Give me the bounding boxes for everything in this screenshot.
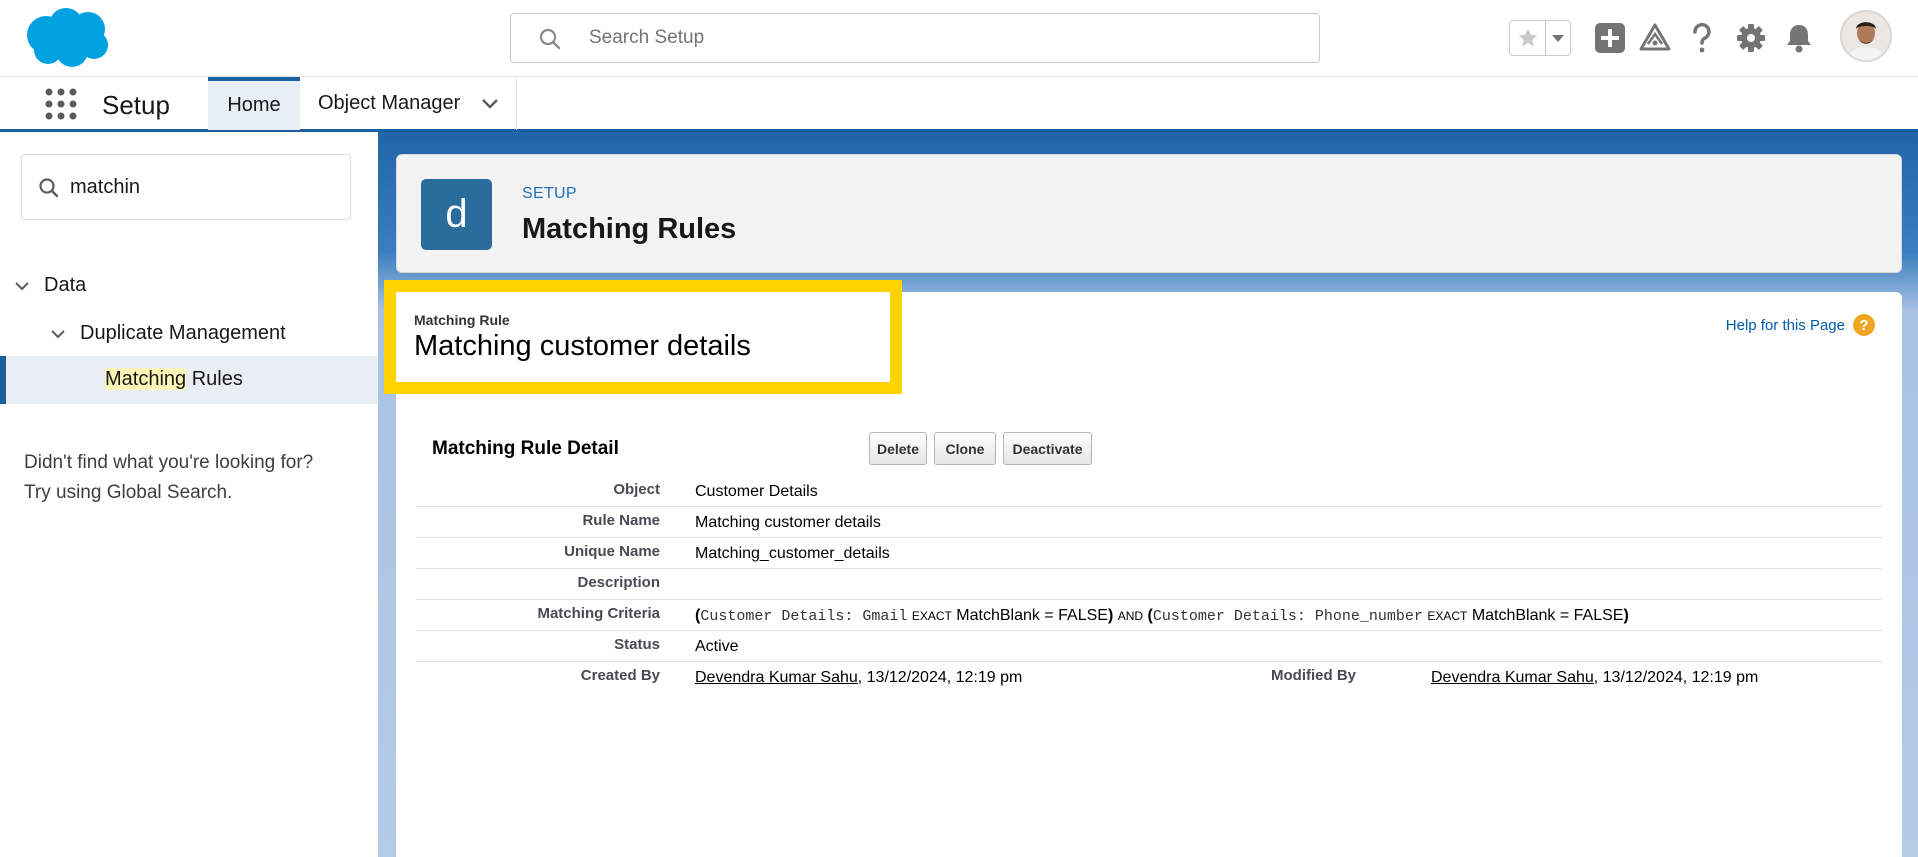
detail-row-created-modified: Created By Devendra Kumar Sahu, 13/12/20…	[416, 662, 1882, 693]
tree-item-matching-rules-rest: Rules	[186, 368, 243, 390]
favorite-star-button[interactable]	[1510, 21, 1546, 55]
created-by-date: , 13/12/2024, 12:19 pm	[857, 669, 1023, 686]
chevron-down-icon[interactable]	[480, 94, 500, 114]
field-value-object: Customer Details	[695, 483, 818, 500]
page-header: d SETUP Matching Rules	[396, 154, 1902, 273]
tab-object-manager[interactable]: Object Manager	[300, 77, 517, 130]
setup-sidebar: Data Duplicate Management Matching Rules…	[0, 132, 378, 857]
bell-icon	[1787, 25, 1811, 53]
favorites-dropdown-button[interactable]	[1546, 21, 1570, 55]
field-value-modified-by: Devendra Kumar Sahu, 13/12/2024, 12:19 p…	[1431, 669, 1758, 687]
not-found-line2: Try using Global Search.	[24, 482, 233, 503]
app-name: Setup	[102, 90, 170, 120]
app-launcher-icon[interactable]	[44, 87, 78, 121]
setup-page-icon: d	[421, 179, 492, 250]
tree-item-data[interactable]: Data	[14, 274, 86, 297]
created-by-user-link[interactable]: Devendra Kumar Sahu	[695, 669, 858, 686]
page-title: Matching Rules	[522, 213, 737, 245]
favorites-group	[1509, 20, 1571, 56]
field-label-status: Status	[614, 636, 660, 653]
help-button[interactable]	[1684, 20, 1720, 56]
rule-title: Matching customer details	[414, 330, 751, 362]
question-icon	[1693, 22, 1711, 53]
notifications-button[interactable]	[1781, 20, 1817, 56]
rule-type-label: Matching Rule	[414, 312, 510, 328]
modified-by-user-link[interactable]: Devendra Kumar Sahu	[1431, 669, 1594, 686]
field-label-created-by: Created By	[580, 667, 660, 684]
global-actions-button[interactable]	[1592, 20, 1628, 56]
quick-find[interactable]	[21, 154, 351, 220]
detail-row-rule-name: Rule Name Matching customer details	[416, 507, 1882, 538]
field-label-matching-criteria: Matching Criteria	[537, 605, 660, 622]
criteria-blank-2: MatchBlank = FALSE	[1471, 607, 1624, 624]
tab-home-label: Home	[227, 94, 281, 116]
tree-item-matching-rules[interactable]: Matching Rules	[0, 356, 378, 404]
search-match-highlight: Matching	[105, 368, 187, 390]
trailhead-icon	[1639, 23, 1671, 51]
field-label-rule-name: Rule Name	[582, 512, 660, 529]
criteria-field-1: Customer Details: Gmail	[700, 608, 908, 625]
user-avatar[interactable]	[1840, 10, 1892, 62]
global-header	[0, 0, 1918, 76]
search-icon	[539, 28, 561, 50]
trailhead-guide-button[interactable]	[1637, 20, 1673, 56]
criteria-blank-1: MatchBlank = FALSE	[956, 607, 1108, 624]
tab-home[interactable]: Home	[208, 77, 300, 130]
detail-row-description: Description	[416, 569, 1882, 600]
delete-button[interactable]: Delete	[869, 432, 927, 465]
star-icon	[1518, 28, 1537, 47]
not-found-line1: Didn't find what you're looking for?	[24, 452, 314, 473]
criteria-field-2: Customer Details: Phone_number	[1152, 608, 1423, 625]
field-label-unique-name: Unique Name	[564, 543, 660, 560]
detail-row-status: Status Active	[416, 631, 1882, 662]
detail-row-matching-criteria: Matching Criteria (Customer Details: Gma…	[416, 600, 1882, 631]
detail-row-unique-name: Unique Name Matching_customer_details	[416, 538, 1882, 569]
tree-item-matching-rules-label: Matching Rules	[105, 368, 243, 391]
setup-search-input[interactable]	[589, 22, 1289, 54]
user-photo-icon	[1842, 12, 1890, 60]
page-eyebrow: SETUP	[522, 185, 577, 202]
help-for-page-link[interactable]: Help for this Page ?	[1726, 314, 1875, 336]
not-found-message: Didn't find what you're looking for? Try…	[24, 448, 313, 508]
help-link-label: Help for this Page	[1725, 316, 1845, 334]
setup-gear-button[interactable]	[1733, 20, 1769, 56]
quick-find-input[interactable]	[70, 171, 330, 203]
tree-item-data-label: Data	[44, 274, 87, 296]
context-bar: Setup Home Object Manager	[0, 76, 1918, 132]
modified-by-date: , 13/12/2024, 12:19 pm	[1593, 669, 1759, 686]
detail-section-title: Matching Rule Detail	[432, 438, 619, 459]
deactivate-button[interactable]: Deactivate	[1003, 432, 1092, 465]
field-value-created-by: Devendra Kumar Sahu, 13/12/2024, 12:19 p…	[695, 669, 1022, 687]
salesforce-logo[interactable]	[22, 7, 112, 69]
matching-rule-card: Matching Rule Matching customer details …	[384, 280, 1902, 857]
field-label-modified-by: Modified By	[1271, 667, 1356, 684]
criteria-op-1: EXACT	[911, 609, 952, 623]
tree-item-duplicate-management-label: Duplicate Management	[80, 322, 286, 344]
caret-down-icon	[1552, 35, 1564, 42]
help-icon: ?	[1853, 314, 1875, 336]
field-value-rule-name: Matching customer details	[695, 514, 881, 531]
tab-object-manager-label: Object Manager	[318, 92, 461, 114]
criteria-op-2: EXACT	[1427, 609, 1468, 623]
setup-search[interactable]	[510, 13, 1320, 63]
field-label-description: Description	[577, 574, 660, 591]
gear-icon	[1737, 24, 1765, 52]
criteria-joiner: AND	[1117, 609, 1144, 623]
add-icon	[1595, 23, 1625, 53]
detail-row-object: Object Customer Details	[416, 476, 1882, 507]
field-value-unique-name: Matching_customer_details	[695, 545, 890, 562]
field-value-matching-criteria: (Customer Details: Gmail EXACT MatchBlan…	[695, 607, 1629, 625]
field-value-status: Active	[695, 638, 739, 655]
clone-button[interactable]: Clone	[934, 432, 996, 465]
content-area: d SETUP Matching Rules Matching Rule Mat…	[378, 132, 1918, 857]
rule-header-highlight: Matching Rule Matching customer details	[384, 280, 902, 394]
field-label-object: Object	[613, 481, 660, 498]
chevron-down-icon	[51, 329, 65, 338]
chevron-down-icon	[15, 281, 29, 290]
search-icon	[39, 178, 59, 198]
tree-item-duplicate-management[interactable]: Duplicate Management	[50, 322, 286, 345]
